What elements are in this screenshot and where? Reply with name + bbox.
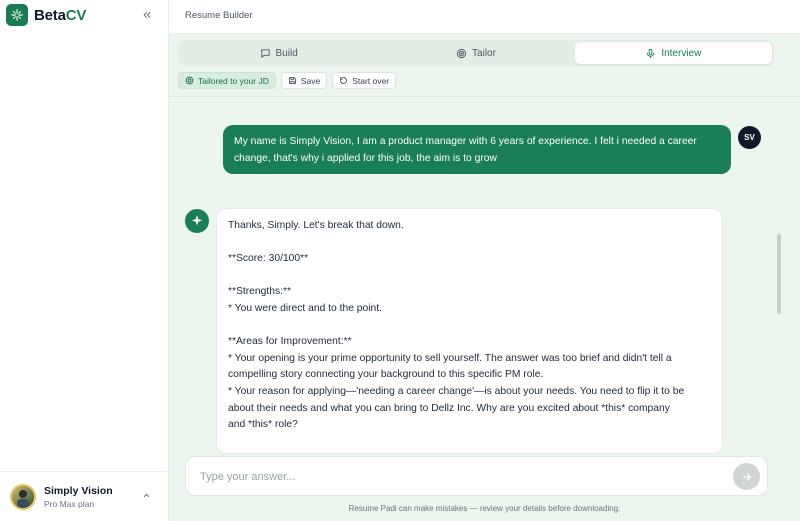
message-line: and *this* role?	[228, 419, 298, 431]
user-message: My name is Simply Vision, I am a product…	[223, 125, 731, 174]
disclaimer-text: Resume Padi can make mistakes — review y…	[348, 504, 621, 513]
sparkle-icon	[191, 215, 203, 226]
divider	[169, 96, 800, 97]
action-bar: Tailored to your JD Save Start over	[178, 72, 397, 89]
double-chevron-left-icon	[143, 12, 151, 18]
message-line: * You were direct and to the point.	[228, 302, 382, 314]
collapse-sidebar-button[interactable]	[140, 8, 154, 22]
scrollbar-thumb[interactable]	[777, 234, 781, 314]
chevron-up-icon[interactable]	[142, 491, 151, 500]
message-line: * Your opening is your prime opportunity…	[228, 352, 672, 364]
main-panel: Resume Builder Build Tailor Interview Ta…	[169, 0, 800, 521]
message-line: about their needs and what you can bring…	[228, 402, 670, 414]
page-title: Resume Builder	[185, 10, 253, 21]
message-line: compelling story connecting your backgro…	[228, 369, 544, 381]
assistant-avatar	[185, 209, 209, 233]
message-line: **Strengths:**	[228, 286, 291, 298]
brand-name: BetaCV	[34, 6, 87, 24]
answer-composer	[185, 456, 768, 496]
target-icon	[185, 76, 194, 85]
microphone-icon	[647, 48, 655, 58]
user-profile[interactable]: Simply Vision Pro Max plan	[0, 471, 168, 521]
send-button[interactable]	[733, 463, 760, 490]
sparkle-logo-icon	[6, 4, 28, 26]
message-line: * Your reason for applying—'needing a ca…	[228, 385, 685, 397]
tab-label: Interview	[661, 47, 702, 59]
answer-input[interactable]	[200, 468, 720, 486]
message-line: **Score: 30/100**	[228, 253, 309, 265]
assistant-message: Thanks, Simply. Let's break that down. *…	[216, 208, 723, 454]
mode-tabs: Build Tailor Interview	[178, 40, 774, 66]
user-plan: Pro Max plan	[44, 498, 95, 509]
tab-build[interactable]: Build	[180, 42, 377, 64]
tab-label: Build	[275, 47, 298, 59]
tailored-badge: Tailored to your JD	[178, 72, 276, 89]
user-avatar: SV	[738, 126, 761, 149]
message-line: **Areas for Improvement:**	[228, 336, 352, 348]
top-bar: Resume Builder	[169, 0, 800, 34]
start-over-button[interactable]: Start over	[332, 72, 397, 89]
message-line: Thanks, Simply. Let's break that down.	[228, 220, 404, 231]
chat-bubble-icon	[260, 48, 270, 58]
brand-logo[interactable]: BetaCV	[6, 4, 86, 26]
avatar	[10, 483, 36, 510]
rotate-ccw-icon	[340, 77, 348, 84]
save-icon	[288, 77, 296, 84]
save-button[interactable]: Save	[280, 72, 328, 89]
tab-interview[interactable]: Interview	[574, 42, 772, 64]
tab-tailor[interactable]: Tailor	[377, 42, 574, 64]
arrow-right-icon	[742, 472, 751, 481]
sidebar: BetaCV Simply Vision Pro Max plan	[0, 0, 169, 521]
tab-label: Tailor	[472, 47, 496, 59]
target-icon	[456, 48, 467, 58]
user-name: Simply Vision	[44, 484, 113, 497]
